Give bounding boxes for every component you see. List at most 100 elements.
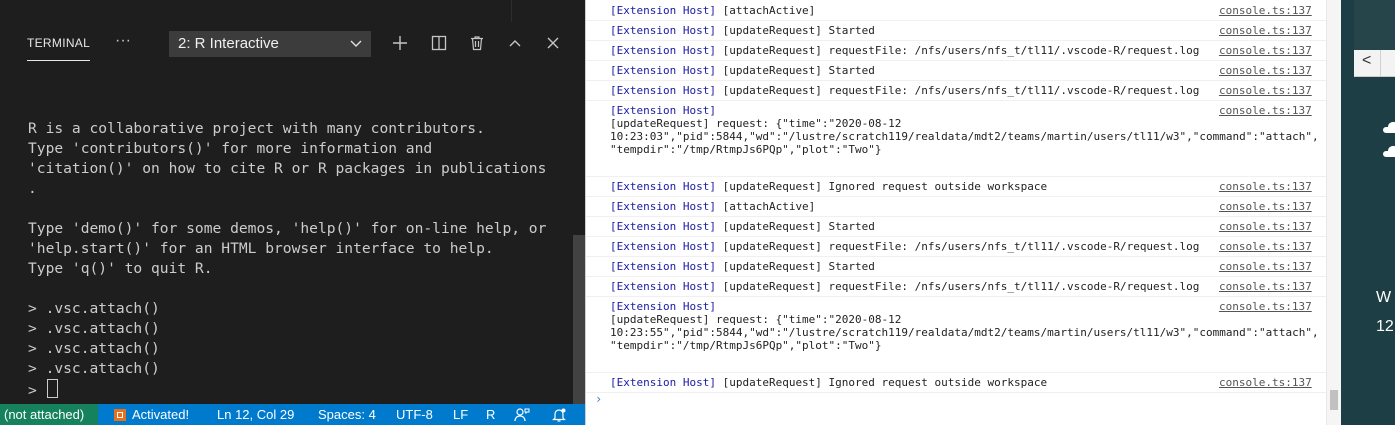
cursor-position[interactable]: Ln 12, Col 29 bbox=[217, 404, 294, 425]
terminal-line: Type 'contributors()' for more informati… bbox=[28, 140, 433, 157]
terminal-line: > .vsc.attach() bbox=[28, 340, 160, 357]
log-source-tag: [Extension Host] bbox=[610, 280, 716, 293]
split-terminal-icon[interactable] bbox=[427, 31, 451, 55]
terminal-line: R is a collaborative project with many c… bbox=[28, 120, 485, 137]
source-link[interactable]: console.ts:137 bbox=[1219, 240, 1312, 253]
log-source-tag: [Extension Host] bbox=[610, 24, 716, 37]
log-message: [updateRequest] Started bbox=[715, 220, 875, 233]
language-mode[interactable]: R bbox=[486, 404, 495, 425]
log-message: [updateRequest] requestFile: /nfs/users/… bbox=[715, 240, 1200, 253]
terminal-line: . bbox=[28, 180, 37, 197]
extension-status[interactable]: Activated! bbox=[114, 404, 189, 425]
close-panel-icon[interactable] bbox=[541, 31, 565, 55]
source-link[interactable]: console.ts:137 bbox=[1219, 44, 1312, 57]
console-log-row: [Extension Host] [updateRequest] Started… bbox=[586, 60, 1326, 81]
source-link[interactable]: console.ts:137 bbox=[1219, 280, 1312, 293]
notifications-bell-icon[interactable] bbox=[551, 407, 567, 429]
console-log-row: [Extension Host] [updateRequest] request… bbox=[586, 276, 1326, 297]
terminal-selector-value: 2: R Interactive bbox=[178, 35, 279, 52]
log-message: [updateRequest] request: {"time":"2020-0… bbox=[610, 117, 1319, 156]
console-log-row: [Extension Host] [updateRequest] Ignored… bbox=[586, 176, 1326, 197]
log-source-tag: [Extension Host] bbox=[610, 260, 716, 273]
log-source-tag: [Extension Host] bbox=[610, 84, 716, 97]
log-source-tag: [Extension Host] bbox=[610, 104, 716, 117]
console-log-row: [Extension Host] [updateRequest] request… bbox=[586, 40, 1326, 61]
terminal-line: 'citation()' on how to cite R or R packa… bbox=[28, 160, 547, 177]
console-log-row: [Extension Host] [attachActive] console.… bbox=[586, 0, 1326, 21]
log-message: [updateRequest] requestFile: /nfs/users/… bbox=[715, 44, 1200, 57]
console-log-row: [Extension Host] [updateRequest] Started… bbox=[586, 256, 1326, 277]
log-message: [updateRequest] Started bbox=[715, 64, 875, 77]
source-link[interactable]: console.ts:137 bbox=[1219, 64, 1312, 77]
source-link[interactable]: console.ts:137 bbox=[1219, 180, 1312, 193]
maximize-panel-icon[interactable] bbox=[503, 31, 527, 55]
extension-icon bbox=[114, 409, 126, 421]
log-message: [updateRequest] requestFile: /nfs/users/… bbox=[715, 84, 1200, 97]
console-log-row: [Extension Host] [updateRequest] request… bbox=[586, 296, 1326, 373]
source-link[interactable]: console.ts:137 bbox=[1219, 220, 1312, 233]
editor-divider bbox=[511, 0, 512, 22]
window-titlebar bbox=[1354, 0, 1395, 50]
remote-status[interactable]: (not attached) bbox=[0, 404, 98, 425]
source-link[interactable]: console.ts:137 bbox=[1219, 376, 1312, 389]
log-source-tag: [Extension Host] bbox=[610, 64, 716, 77]
trash-icon[interactable] bbox=[465, 31, 489, 55]
terminal-scrollbar[interactable] bbox=[573, 235, 585, 405]
vscode-window: TERMINAL ··· 2: R Interactive R is a col… bbox=[0, 0, 585, 425]
log-message: [updateRequest] Started bbox=[715, 24, 875, 37]
more-actions-icon[interactable]: ··· bbox=[111, 31, 135, 55]
log-message: [updateRequest] Ignored request outside … bbox=[715, 376, 1048, 389]
console-scroll-thumb[interactable] bbox=[1330, 390, 1338, 410]
source-link[interactable]: console.ts:137 bbox=[1219, 260, 1312, 273]
terminal-line: Type 'demo()' for some demos, 'help()' f… bbox=[28, 220, 547, 237]
log-message: [updateRequest] Started bbox=[715, 260, 875, 273]
source-link[interactable]: console.ts:137 bbox=[1219, 24, 1312, 37]
terminal-body[interactable]: R is a collaborative project with many c… bbox=[0, 64, 585, 404]
log-source-tag: [Extension Host] bbox=[610, 240, 716, 253]
editor-area-strip bbox=[0, 0, 585, 22]
terminal-selector[interactable]: 2: R Interactive bbox=[169, 31, 371, 57]
desktop-background: < W 12 bbox=[1341, 0, 1395, 425]
devtools-console: [Extension Host] [attachActive] console.… bbox=[585, 0, 1341, 425]
console-log-row: [Extension Host] [updateRequest] request… bbox=[586, 80, 1326, 101]
console-log-row: [Extension Host] [updateRequest] Started… bbox=[586, 20, 1326, 41]
tab-terminal[interactable]: TERMINAL bbox=[27, 36, 90, 50]
back-arrow-icon[interactable]: < bbox=[1362, 52, 1371, 70]
desktop-text: W bbox=[1376, 289, 1392, 306]
log-message: [attachActive] bbox=[715, 200, 816, 213]
terminal-cursor bbox=[46, 379, 58, 398]
status-bar: (not attached) Activated! Ln 12, Col 29 … bbox=[0, 404, 585, 425]
indentation-status[interactable]: Spaces: 4 bbox=[318, 404, 376, 425]
log-source-tag: [Extension Host] bbox=[610, 44, 716, 57]
log-source-tag: [Extension Host] bbox=[610, 376, 716, 389]
console-log-row: [Extension Host] [attachActive] console.… bbox=[586, 196, 1326, 217]
source-link[interactable]: console.ts:137 bbox=[1219, 84, 1312, 97]
log-source-tag: [Extension Host] bbox=[610, 4, 716, 17]
source-link[interactable]: console.ts:137 bbox=[1219, 300, 1312, 313]
log-message: [attachActive] bbox=[715, 4, 816, 17]
active-tab-indicator bbox=[27, 60, 90, 61]
terminal-output: R is a collaborative project with many c… bbox=[28, 119, 546, 401]
eol-status[interactable]: LF bbox=[453, 404, 468, 425]
console-prompt-icon[interactable]: › bbox=[595, 392, 602, 406]
encoding-status[interactable]: UTF-8 bbox=[396, 404, 433, 425]
terminal-prompt: > bbox=[28, 382, 46, 399]
console-log-row: [Extension Host] [updateRequest] request… bbox=[586, 100, 1326, 177]
console-log-row: [Extension Host] [updateRequest] Ignored… bbox=[586, 372, 1326, 393]
console-scrollbar[interactable] bbox=[1326, 0, 1341, 425]
cloud-icon bbox=[1383, 118, 1395, 157]
log-source-tag: [Extension Host] bbox=[610, 180, 716, 193]
terminal-line: > .vsc.attach() bbox=[28, 300, 160, 317]
log-source-tag: [Extension Host] bbox=[610, 220, 716, 233]
log-message: [updateRequest] requestFile: /nfs/users/… bbox=[715, 280, 1200, 293]
log-message: [updateRequest] request: {"time":"2020-0… bbox=[610, 313, 1319, 352]
terminal-line: 'help.start()' for an HTML browser inter… bbox=[28, 240, 494, 257]
terminal-line: Type 'q()' to quit R. bbox=[28, 260, 213, 277]
log-source-tag: [Extension Host] bbox=[610, 200, 716, 213]
source-link[interactable]: console.ts:137 bbox=[1219, 200, 1312, 213]
source-link[interactable]: console.ts:137 bbox=[1219, 104, 1312, 117]
terminal-line: > .vsc.attach() bbox=[28, 360, 160, 377]
new-terminal-icon[interactable] bbox=[388, 31, 412, 55]
source-link[interactable]: console.ts:137 bbox=[1219, 4, 1312, 17]
console-log-row: [Extension Host] [updateRequest] Started… bbox=[586, 216, 1326, 237]
